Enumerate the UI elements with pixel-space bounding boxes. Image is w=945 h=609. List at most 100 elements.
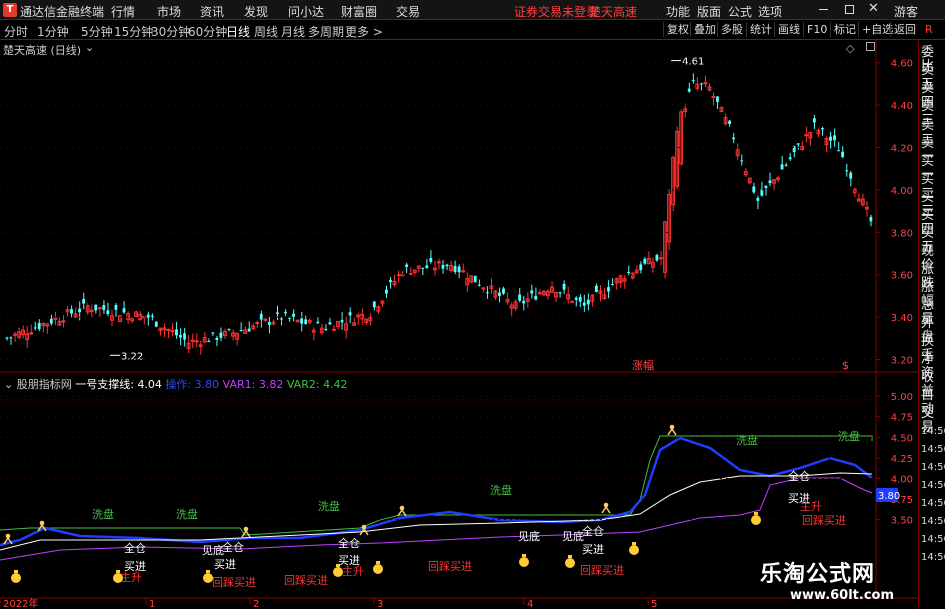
candle-body: [655, 255, 659, 261]
var1-value: 3.82: [258, 378, 284, 391]
low-price-label: 3.22: [121, 351, 143, 362]
money-bag-icon: [373, 564, 383, 574]
candle-body: [324, 328, 328, 330]
candle-body: [768, 180, 772, 184]
lower-panel-collapse-icon[interactable]: ⌄: [4, 378, 13, 391]
var1-label: VAR1:: [222, 378, 256, 391]
candle-body: [804, 134, 809, 137]
candle-body: [821, 127, 824, 130]
candle-body: [70, 309, 73, 314]
lower-y-tick-label: 4.75: [891, 413, 913, 424]
upper-panel-title: 楚天高速 (日线): [3, 44, 82, 57]
candle-body: [300, 318, 304, 324]
lower-y-tick-label: 3.50: [891, 516, 913, 527]
money-bag-icon: [376, 561, 380, 564]
candle-body: [304, 319, 308, 325]
signal-label: 洗盘: [736, 433, 758, 447]
candle-body: [175, 329, 178, 336]
candle-body: [829, 136, 832, 141]
event-label-2: $: [842, 359, 849, 372]
upper-price-axis: 4.60 4.40 4.20 4.00 3.80 3.60 3.40 3.20: [0, 59, 913, 367]
money-bag-icon: [203, 573, 213, 583]
candle-body: [288, 317, 291, 319]
quote-side-panel: 委比 卖五 卖四 卖三 卖二 卖一 买一 买二 买三 买四 买五 现价 涨跌 涨幅 总量 外盘 换手 净资 收益 自动…: [918, 40, 945, 609]
kline-chart: 4.61 3.22 涨幅 $ 4.60 4.40 4.20 4.00 3.80 3.60 3.40…: [0, 40, 918, 609]
signal-label: 回踩买进: [284, 574, 328, 587]
tick-time-label: 14:56: [921, 516, 945, 527]
candle-body: [687, 88, 691, 92]
support-line-value: 4.04: [137, 378, 162, 391]
signal-label: 回踩买进: [212, 576, 256, 589]
candle-body: [154, 321, 158, 327]
candle-body: [37, 322, 41, 330]
candle-body: [389, 280, 392, 283]
candle-body: [558, 292, 562, 294]
money-bag-icon: [568, 555, 572, 558]
money-bag-icon: [632, 542, 636, 545]
operate-line-label: 操作:: [165, 378, 192, 391]
candle-body: [429, 258, 433, 262]
candle-body: [207, 341, 211, 343]
person-marker-icon: [601, 505, 611, 514]
candle-body: [481, 287, 486, 290]
candle-body: [122, 308, 126, 313]
candle-body: [441, 264, 445, 269]
candle-body: [869, 216, 873, 222]
candle-body: [82, 299, 86, 304]
candle-body: [837, 150, 841, 152]
candle-body: [421, 267, 425, 269]
signal-label: 买进: [214, 558, 236, 571]
candle-body: [607, 287, 610, 292]
panel-max-icon[interactable]: [866, 42, 875, 51]
signal-label: 全仓: [788, 469, 810, 483]
candle-body: [760, 189, 764, 196]
panel-diamond-icon[interactable]: ◇: [846, 42, 854, 55]
lower-y-tick-label: 4.50: [891, 433, 913, 444]
candle-body: [247, 328, 251, 332]
candle-body: [405, 264, 409, 267]
candle-body: [275, 312, 279, 314]
tick-time-label: 14:56: [921, 462, 945, 473]
candle-body: [627, 272, 631, 274]
y-tick-label: 4.60: [891, 59, 913, 70]
candle-body: [179, 334, 182, 338]
candle-body: [784, 164, 788, 166]
candle-body: [97, 307, 102, 310]
support-line-label: 一号支撑线:: [75, 378, 134, 391]
candle-body: [530, 290, 534, 294]
x-tick-label: 2022年: [3, 597, 38, 609]
candle-body: [841, 151, 845, 158]
var2-label: VAR2:: [286, 378, 320, 391]
lower-y-tick-label: 4.00: [891, 474, 913, 485]
candle-body: [332, 328, 336, 331]
candle-body: [574, 297, 578, 300]
candle-body: [316, 321, 320, 324]
var2-line: [0, 435, 873, 536]
money-bag-icon: [336, 564, 340, 567]
candle-body: [586, 299, 590, 305]
candle-body: [328, 322, 332, 325]
candle-body: [457, 266, 461, 273]
signal-label: 主升: [120, 571, 142, 584]
lower-y-tick-label: 5.00: [891, 392, 913, 403]
signal-label: 回踩买进: [580, 564, 624, 577]
panel-collapse-icon[interactable]: ⌄: [85, 41, 94, 54]
x-tick-label: 1: [149, 599, 155, 609]
candle-body: [267, 322, 271, 325]
candle-body: [473, 275, 477, 283]
signal-label: 全仓: [582, 524, 604, 538]
candle-body: [611, 284, 614, 286]
signal-label: 全仓: [222, 540, 244, 554]
candle-body: [756, 197, 760, 201]
money-bag-icon: [11, 573, 21, 583]
y-tick-label: 3.20: [891, 356, 913, 367]
money-bag-icon: [751, 515, 761, 525]
signal-label: 见底: [518, 529, 540, 543]
candle-body: [643, 258, 647, 264]
y-tick-label: 4.00: [891, 186, 913, 197]
candle-body: [194, 340, 199, 343]
candle-body: [780, 164, 784, 170]
y-tick-label: 4.40: [891, 101, 913, 112]
candle-body: [639, 264, 643, 271]
candle-body: [166, 329, 171, 332]
